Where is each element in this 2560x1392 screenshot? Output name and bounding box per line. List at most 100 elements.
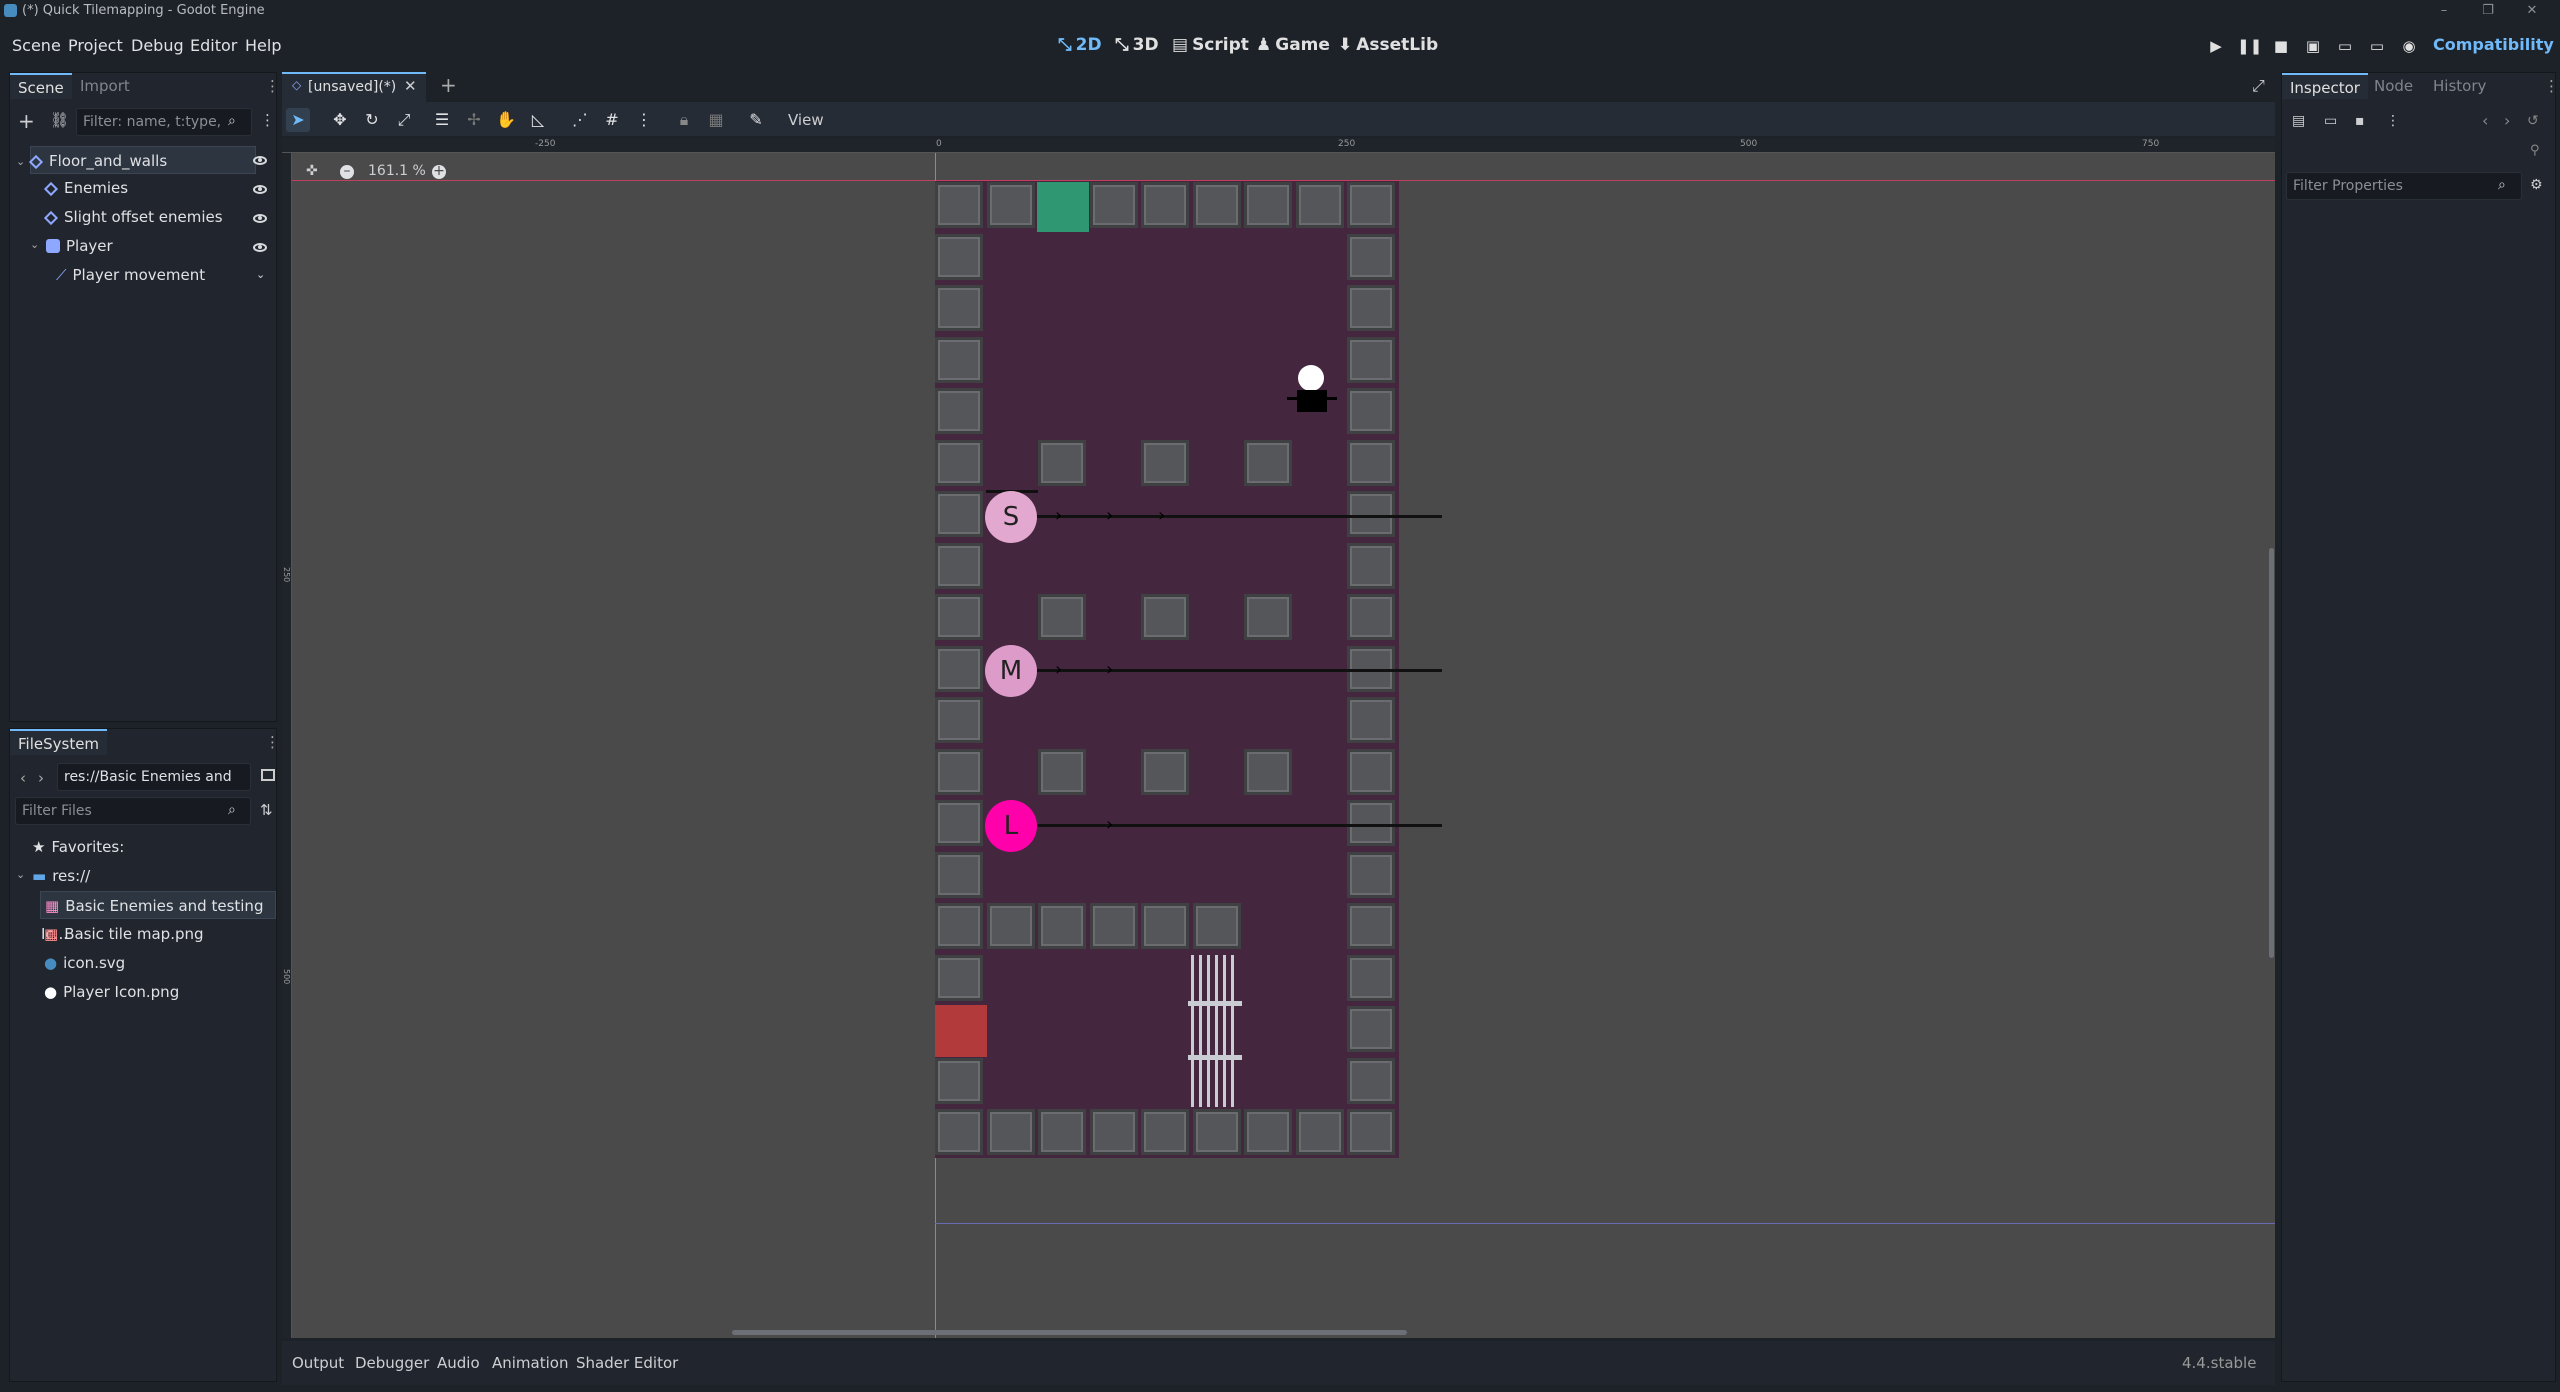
zoom-out-icon[interactable]: – [340,164,354,179]
dock-menu-icon[interactable]: ⋮ [265,733,280,751]
path-visibility-icon[interactable]: ⌄ [256,268,265,281]
close-tab-icon[interactable]: ✕ [404,77,417,95]
visibility-eye-icon[interactable] [253,214,267,223]
skeleton-bone-icon[interactable]: ✎ [744,108,768,132]
property-options-icon[interactable]: ⚙ [2530,177,2543,193]
file-item-basic-tile-map[interactable]: ▦ Basic tile map.png [44,920,304,948]
play-icon[interactable]: ▶ [2205,37,2227,57]
pivot-tool-icon[interactable]: ✢ [462,108,486,132]
new-resource-icon[interactable]: ▤ [2292,113,2305,129]
back-icon[interactable]: ‹ [20,769,26,787]
shader-editor-tab[interactable]: Shader Editor [576,1354,678,1372]
open-resource-icon[interactable]: ▭ [2324,113,2337,129]
visibility-eye-icon[interactable] [253,185,267,194]
filter-files-input[interactable]: Filter Files [15,797,251,825]
enemy-medium[interactable]: M [985,645,1037,697]
move-tool-icon[interactable]: ✥ [328,108,352,132]
tree-item-floor-and-walls[interactable]: Floor_and_walls [28,146,256,174]
visibility-eye-icon[interactable] [253,156,267,165]
extra-options-icon[interactable]: ⋮ [2386,113,2400,129]
history-icon[interactable]: ↺ [2527,113,2539,129]
debugger-tab[interactable]: Debugger [355,1354,429,1372]
list-select-icon[interactable]: ☰ [430,108,454,132]
filter-options-icon[interactable]: ⋮ [260,111,275,129]
menu-scene[interactable]: Scene [12,36,61,55]
collapse-arrow-icon[interactable]: ⌄ [30,238,39,251]
visibility-eye-icon[interactable] [253,243,267,252]
center-view-icon[interactable]: ✜ [306,163,318,179]
dock-menu-icon[interactable]: ⋮ [2544,77,2559,95]
audio-tab[interactable]: Audio [437,1354,480,1372]
smart-snap-icon[interactable]: ⋰ [568,108,592,132]
scene-filter-input[interactable]: Filter: name, t:type, [76,108,252,136]
workspace-assetlib-button[interactable]: ⬇ AssetLib [1338,35,1438,55]
filter-properties-input[interactable]: Filter Properties [2286,172,2522,200]
tab-inspector[interactable]: Inspector [2282,73,2368,99]
tree-item-enemies[interactable]: Enemies [43,174,306,202]
add-scene-tab-icon[interactable]: + [440,73,457,97]
workspace-script-button[interactable]: ▤ Script [1172,35,1249,55]
view-menu[interactable]: View [788,111,824,129]
tab-filesystem[interactable]: FileSystem [10,729,108,755]
forward-icon[interactable]: › [2504,111,2510,130]
canvas-viewport[interactable]: ✜ – 161.1 % + › › › S › › M › L [292,153,2275,1338]
group-icon[interactable]: ▦ [704,108,728,132]
player-head[interactable] [1298,365,1324,391]
collapse-arrow-icon[interactable]: ⌄ [16,868,25,881]
file-item-icon-svg[interactable]: ● icon.svg [44,949,304,977]
favorites-row[interactable]: ★ Favorites: [32,833,292,861]
vertical-scrollbar[interactable] [2269,548,2274,958]
path-input[interactable]: res://Basic Enemies and te [57,763,251,811]
scene-tab-unsaved[interactable]: ◇ [unsaved](*) ✕ [282,72,426,102]
menu-debug[interactable]: Debug [131,36,184,55]
play-scene-icon[interactable]: ▭ [2334,37,2356,57]
zoom-level[interactable]: 161.1 % [368,163,426,179]
minimize-icon[interactable]: – [2422,0,2466,22]
enemy-small[interactable]: S [985,491,1037,543]
distraction-free-icon[interactable]: ⤢ [2252,76,2265,96]
grid-snap-icon[interactable]: # [600,108,624,132]
back-icon[interactable]: ‹ [2482,111,2488,130]
tab-node[interactable]: Node [2366,73,2421,99]
ruler-tool-icon[interactable]: ◺ [526,108,550,132]
maximize-icon[interactable]: ❐ [2466,0,2510,22]
select-tool-icon[interactable]: ➤ [286,108,310,132]
enemy-large[interactable]: L [985,800,1037,852]
player-body[interactable] [1297,390,1327,412]
output-tab[interactable]: Output [292,1354,344,1372]
tab-history[interactable]: History [2425,73,2494,99]
res-root-folder[interactable]: ▬ res:// [32,862,292,890]
workspace-2d-button[interactable]: ⤡ 2D [1058,35,1102,55]
movie-maker-icon[interactable]: ◉ [2398,37,2420,57]
sort-icon[interactable]: ⇅ [260,801,273,819]
workspace-game-button[interactable]: ♟ Game [1256,35,1330,55]
pause-icon[interactable]: ❚❚ [2237,37,2262,57]
close-window-icon[interactable]: ✕ [2510,0,2554,22]
remote-debug-icon[interactable]: ▣ [2302,37,2324,57]
tree-item-player-movement[interactable]: ⟋ Player movement [56,261,316,289]
file-item-player-icon[interactable]: ● Player Icon.png [44,978,304,1006]
forward-icon[interactable]: › [38,769,44,787]
tab-import[interactable]: Import [72,73,138,99]
pan-tool-icon[interactable]: ✋ [494,108,518,132]
file-item-basic-enemies[interactable]: ▦ Basic Enemies and testing Ic... [40,891,276,943]
rotate-tool-icon[interactable]: ↻ [360,108,384,132]
split-mode-icon[interactable] [261,769,275,781]
play-custom-scene-icon[interactable]: ▭ [2366,37,2388,57]
lock-icon[interactable]: 🔒︎ [672,108,696,132]
animation-tab[interactable]: Animation [492,1354,568,1372]
zoom-in-icon[interactable]: + [432,164,446,179]
dock-menu-icon[interactable]: ⋮ [265,77,280,95]
renderer-select[interactable]: Compatibility [2433,35,2554,54]
menu-editor[interactable]: Editor [190,36,237,55]
add-node-icon[interactable]: + [18,109,35,133]
save-resource-icon[interactable]: ▪ [2355,113,2365,129]
link-icon[interactable]: ⛓ [50,111,69,129]
pin-icon[interactable]: ⚲ [2530,143,2540,158]
stop-icon[interactable]: ■ [2270,37,2292,57]
scale-tool-icon[interactable]: ⤢ [392,108,416,132]
tab-scene[interactable]: Scene [10,73,72,99]
tree-item-player[interactable]: Player [46,232,306,260]
menu-project[interactable]: Project [68,36,123,55]
workspace-3d-button[interactable]: ⤡ 3D [1115,35,1159,55]
